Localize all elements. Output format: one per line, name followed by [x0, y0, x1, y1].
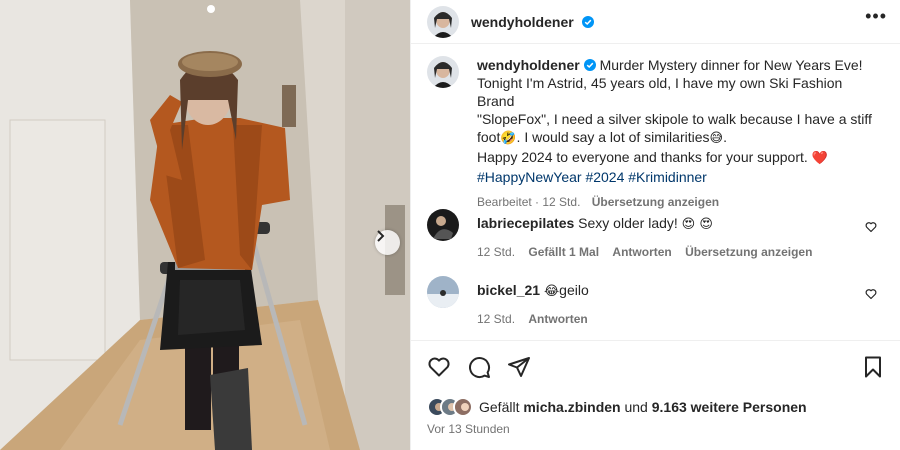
- caption-line: Murder Mystery dinner for New Years Eve!: [599, 57, 863, 73]
- liker-avatars[interactable]: [427, 397, 473, 417]
- caption-line: foot: [477, 129, 501, 145]
- author-avatar[interactable]: [427, 5, 459, 38]
- likes-user[interactable]: micha.zbinden: [523, 399, 620, 415]
- post-side-panel: wendyholdener ••• wendyholdener Murder M…: [410, 0, 900, 450]
- comment-meta: 12 Std. Gefällt 1 Mal Antworten Übersetz…: [477, 245, 857, 259]
- reply-button[interactable]: Antworten: [612, 245, 671, 259]
- next-image-button[interactable]: [375, 230, 400, 255]
- action-bar: [411, 340, 900, 396]
- red-heart-emoji: ❤️: [811, 151, 828, 166]
- comment-bubble-icon[interactable]: [467, 355, 491, 379]
- caption-line: "SlopeFox", I need a silver skipole to w…: [477, 111, 872, 127]
- more-options-icon[interactable]: •••: [865, 6, 887, 27]
- translate-caption-button[interactable]: Übersetzung anzeigen: [592, 195, 719, 209]
- comment-heart-icon[interactable]: [865, 221, 877, 233]
- likes-prefix: Gefällt: [479, 399, 520, 415]
- comment-heart-icon[interactable]: [865, 288, 877, 300]
- post-caption: wendyholdener Murder Mystery dinner for …: [427, 56, 887, 211]
- heart-icon[interactable]: [427, 355, 451, 379]
- commenter-avatar[interactable]: [427, 209, 459, 241]
- likes-count[interactable]: 9.163 weitere Personen: [652, 399, 807, 415]
- photo-illustration: [0, 0, 410, 450]
- instagram-post: wendyholdener ••• wendyholdener Murder M…: [0, 0, 900, 450]
- likes-summary: Gefällt micha.zbinden und 9.163 weitere …: [427, 397, 807, 417]
- caption-hashtags[interactable]: #HappyNewYear #2024 #Krimidinner: [477, 169, 707, 185]
- commenter-avatar[interactable]: [427, 276, 459, 308]
- comment-body: bickel_21 😂geilo 12 Std. Antworten: [477, 276, 857, 326]
- caption-line: .: [723, 129, 727, 145]
- laughing-emoji: 🤣: [500, 131, 517, 146]
- post-timestamp[interactable]: Vor 13 Stunden: [427, 422, 510, 436]
- caption-username[interactable]: wendyholdener: [477, 57, 580, 73]
- comment-username[interactable]: labriecepilates: [477, 215, 574, 231]
- liker-avatar: [453, 397, 473, 417]
- comment-item: labriecepilates Sexy older lady! 😍 😍 12 …: [427, 209, 887, 259]
- bookmark-icon[interactable]: [861, 355, 885, 379]
- heart-eyes-emoji: 😍 😍: [681, 217, 713, 232]
- verified-badge-icon: [583, 59, 596, 71]
- comment-meta: 12 Std. Antworten: [477, 312, 857, 326]
- comment-age: 12 Std.: [477, 312, 516, 326]
- comment-like-count[interactable]: Gefällt 1 Mal: [528, 245, 599, 259]
- author-username[interactable]: wendyholdener: [471, 14, 574, 30]
- post-photo[interactable]: [0, 0, 410, 450]
- caption-line: . I would say a lot of similarities: [516, 129, 710, 145]
- verified-badge-icon: [581, 15, 594, 28]
- comment-text: Sexy older lady!: [578, 215, 678, 231]
- paper-plane-icon[interactable]: [507, 355, 531, 379]
- chevron-right-icon: [377, 230, 385, 242]
- comment-age: 12 Std.: [477, 245, 516, 259]
- comment-body: labriecepilates Sexy older lady! 😍 😍 12 …: [477, 209, 857, 259]
- caption-line: Happy 2024 to everyone and thanks for yo…: [477, 149, 808, 165]
- caption-text: wendyholdener Murder Mystery dinner for …: [477, 56, 877, 211]
- caption-age: 12 Std.: [542, 195, 581, 209]
- author-name-line: wendyholdener: [471, 14, 594, 30]
- edited-label: Bearbeitet: [477, 195, 532, 209]
- comment-username[interactable]: bickel_21: [477, 282, 540, 298]
- reply-button[interactable]: Antworten: [528, 312, 587, 326]
- comment-item: bickel_21 😂geilo 12 Std. Antworten: [427, 276, 887, 326]
- post-header: wendyholdener •••: [411, 0, 900, 44]
- likes-and: und: [624, 399, 648, 415]
- tears-of-joy-emoji: 😂: [543, 284, 560, 299]
- caption-avatar[interactable]: [427, 56, 459, 88]
- caption-line: Tonight I'm Astrid, 45 years old, I have…: [477, 75, 843, 109]
- sweat-smile-emoji: 😅: [709, 131, 724, 146]
- comment-text: geilo: [559, 282, 589, 298]
- translate-comment-button[interactable]: Übersetzung anzeigen: [685, 245, 812, 259]
